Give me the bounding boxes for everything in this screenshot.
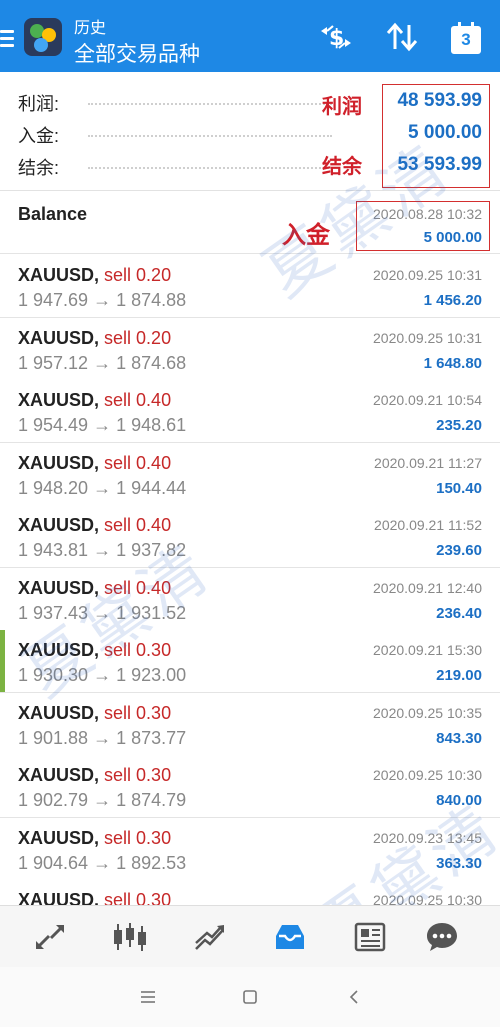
chat-icon[interactable] xyxy=(422,918,462,956)
annotation-deposit: 入金 xyxy=(282,220,330,249)
chart-icon[interactable] xyxy=(110,918,150,956)
trade-prices: 1 930.30 → 1 923.00 xyxy=(18,665,187,685)
calendar-icon[interactable]: 3 xyxy=(451,22,481,54)
trade-profit: 236.40 xyxy=(436,605,482,622)
trade-symbol: XAUUSD, sell 0.40 xyxy=(18,453,172,473)
trade-icon[interactable] xyxy=(190,918,230,956)
trade-symbol: XAUUSD, sell 0.30 xyxy=(18,765,172,785)
svg-text:$: $ xyxy=(329,26,344,51)
trade-prices: 1 937.43 → 1 931.52 xyxy=(18,603,187,623)
trade-time: 2020.09.25 10:35 xyxy=(373,705,482,721)
trade-side: sell 0.40 xyxy=(104,390,172,410)
balance-entry-label: Balance xyxy=(18,204,88,224)
annotation-box-summary xyxy=(382,84,490,188)
symbol-filter-title[interactable]: 全部交易品种 xyxy=(74,38,200,68)
selected-indicator xyxy=(0,630,5,692)
trade-symbol: XAUUSD, sell 0.40 xyxy=(18,390,172,410)
trade-time: 2020.09.21 15:30 xyxy=(373,642,482,658)
trade-profit: 1 456.20 xyxy=(423,292,482,309)
trade-side: sell 0.30 xyxy=(104,640,172,660)
trade-prices: 1 947.69 → 1 874.88 xyxy=(18,290,187,310)
trade-side: sell 0.20 xyxy=(104,265,172,285)
trade-row[interactable]: XAUUSD, sell 0.30 1 930.30 → 1 923.00 20… xyxy=(0,630,500,693)
annotation-balance: 结余 xyxy=(322,154,362,178)
trade-prices: 1 957.12 → 1 874.68 xyxy=(18,353,187,373)
sort-icon[interactable] xyxy=(382,20,422,54)
trade-side: sell 0.30 xyxy=(104,765,172,785)
trade-side: sell 0.30 xyxy=(104,828,172,848)
trade-time: 2020.09.21 11:27 xyxy=(374,455,482,471)
app-header: 历史 全部交易品种 $ 3 xyxy=(0,0,500,72)
trade-profit: 239.60 xyxy=(436,542,482,559)
trade-prices: 1 901.88 → 1 873.77 xyxy=(18,728,187,748)
trade-profit: 235.20 xyxy=(436,417,482,434)
trade-time: 2020.09.21 11:52 xyxy=(374,517,482,533)
trade-time: 2020.09.23 13:45 xyxy=(373,830,482,846)
back-icon[interactable] xyxy=(342,985,366,1009)
trade-time: 2020.09.25 10:30 xyxy=(373,767,482,783)
system-navigation-bar xyxy=(0,967,500,1027)
trade-time: 2020.09.21 12:40 xyxy=(373,580,482,596)
quotes-icon[interactable] xyxy=(30,918,70,956)
trade-row[interactable]: XAUUSD, sell 0.40 1 948.20 → 1 944.44 20… xyxy=(0,443,500,506)
profit-label: 利润: xyxy=(18,90,66,116)
bottom-navigation xyxy=(0,905,500,967)
trade-symbol: XAUUSD, sell 0.20 xyxy=(18,328,172,348)
home-icon[interactable] xyxy=(238,985,262,1009)
trade-symbol: XAUUSD, sell 0.40 xyxy=(18,578,172,598)
annotation-box-deposit xyxy=(356,201,490,251)
trade-side: sell 0.40 xyxy=(104,453,172,473)
trade-profit: 150.40 xyxy=(436,480,482,497)
currency-exchange-icon[interactable]: $ xyxy=(316,20,356,54)
trade-time: 2020.09.21 10:54 xyxy=(373,392,482,408)
trade-side: sell 0.40 xyxy=(104,578,172,598)
trade-prices: 1 948.20 → 1 944.44 xyxy=(18,478,187,498)
trade-symbol: XAUUSD, sell 0.30 xyxy=(18,640,172,660)
trade-profit: 1 648.80 xyxy=(423,355,482,372)
recent-apps-icon[interactable] xyxy=(136,985,160,1009)
trade-profit: 840.00 xyxy=(436,792,482,809)
trade-row[interactable]: XAUUSD, sell 0.20 1 957.12 → 1 874.68 20… xyxy=(0,318,500,381)
trade-row[interactable]: XAUUSD, sell 0.30 1 901.88 → 1 873.77 20… xyxy=(0,693,500,756)
trade-symbol: XAUUSD, sell 0.40 xyxy=(18,515,172,535)
trade-symbol: XAUUSD, sell 0.30 xyxy=(18,703,172,723)
news-icon[interactable] xyxy=(350,918,390,956)
trade-profit: 843.30 xyxy=(436,730,482,747)
dotted-leader xyxy=(88,103,332,105)
trade-time: 2020.09.25 10:31 xyxy=(373,267,482,283)
history-icon[interactable] xyxy=(270,918,310,956)
balance-label: 结余: xyxy=(18,154,66,180)
trade-profit: 363.30 xyxy=(436,855,482,872)
dotted-leader xyxy=(88,135,332,137)
trade-time: 2020.09.25 10:31 xyxy=(373,330,482,346)
trade-profit: 219.00 xyxy=(436,667,482,684)
trade-side: sell 0.30 xyxy=(104,703,172,723)
trade-symbol: XAUUSD, sell 0.30 xyxy=(18,828,172,848)
trade-prices: 1 954.49 → 1 948.61 xyxy=(18,415,187,435)
menu-icon[interactable] xyxy=(0,30,14,47)
dotted-leader xyxy=(88,167,332,169)
trade-prices: 1 904.64 → 1 892.53 xyxy=(18,853,187,873)
trade-side: sell 0.40 xyxy=(104,515,172,535)
trade-side: sell 0.20 xyxy=(104,328,172,348)
deposit-label: 入金: xyxy=(18,122,66,148)
annotation-profit: 利润 xyxy=(322,94,362,118)
trade-row[interactable]: XAUUSD, sell 0.40 1 943.81 → 1 937.82 20… xyxy=(0,505,500,568)
trade-row[interactable]: XAUUSD, sell 0.30 1 904.64 → 1 892.53 20… xyxy=(0,818,500,881)
trade-prices: 1 902.79 → 1 874.79 xyxy=(18,790,187,810)
header-subtitle: 历史 xyxy=(74,20,107,37)
trade-row[interactable]: XAUUSD, sell 0.40 1 954.49 → 1 948.61 20… xyxy=(0,380,500,443)
trade-row[interactable]: XAUUSD, sell 0.40 1 937.43 → 1 931.52 20… xyxy=(0,568,500,631)
trade-row[interactable]: XAUUSD, sell 0.20 1 947.69 → 1 874.88 20… xyxy=(0,255,500,318)
trade-row[interactable]: XAUUSD, sell 0.30 1 902.79 → 1 874.79 20… xyxy=(0,755,500,818)
trade-symbol: XAUUSD, sell 0.20 xyxy=(18,265,172,285)
trade-prices: 1 943.81 → 1 937.82 xyxy=(18,540,187,560)
app-logo xyxy=(24,18,62,56)
